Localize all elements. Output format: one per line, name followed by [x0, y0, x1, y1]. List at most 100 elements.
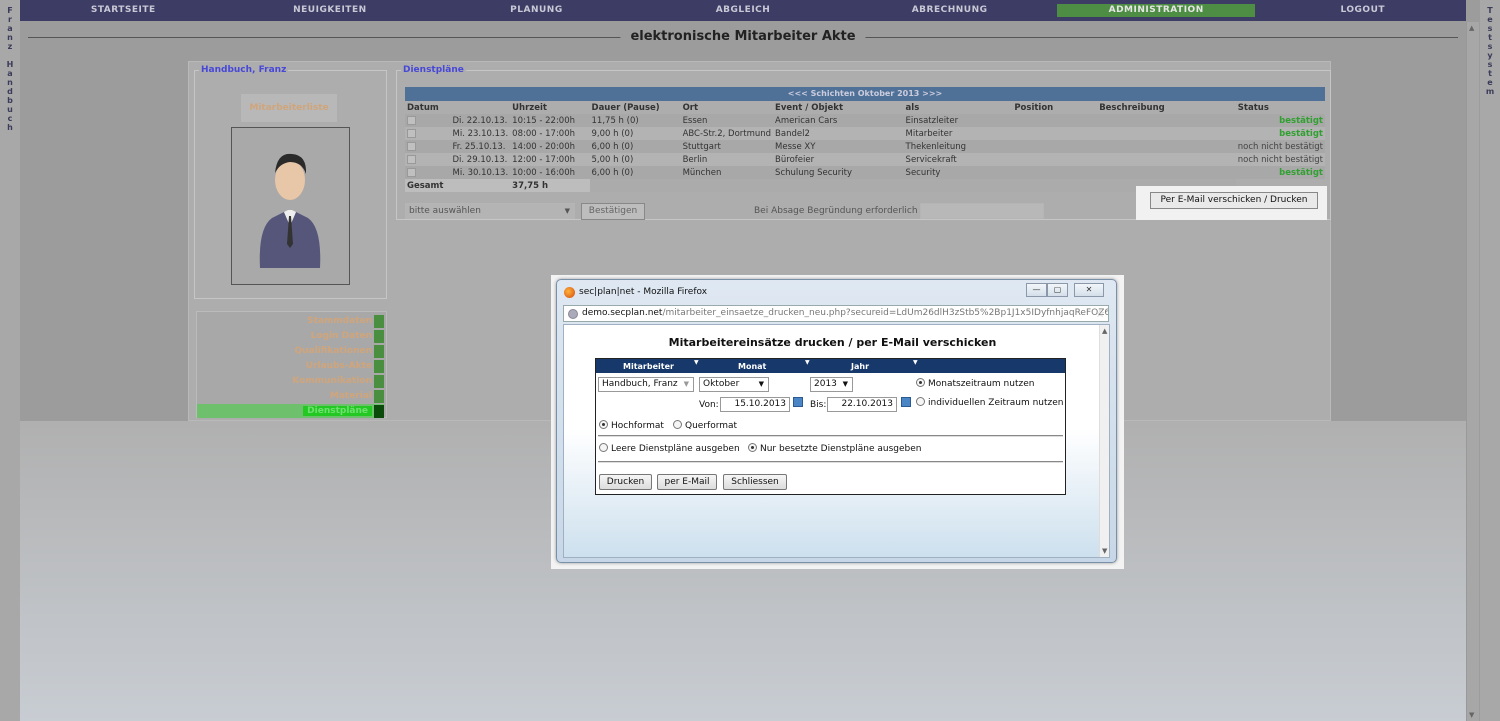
row-checkbox-cell	[405, 166, 451, 179]
month-navigation[interactable]: <<< Schichten Oktober 2013 >>>	[405, 87, 1325, 101]
minimize-icon[interactable]: —	[1026, 283, 1047, 297]
globe-icon	[568, 309, 578, 319]
cell-duration: 6,00 h (0)	[589, 140, 681, 153]
menu-item-material[interactable]: Material	[330, 389, 384, 403]
menu-item-qualifikationen[interactable]: Qualifikationen	[294, 344, 384, 358]
employee-select[interactable]: Handbuch, Franz ▼	[598, 377, 694, 392]
row-checkbox[interactable]	[407, 115, 416, 125]
to-date-input[interactable]: 22.10.2013	[827, 397, 897, 412]
scroll-down-icon[interactable]: ▼	[1102, 547, 1107, 555]
radio-label: Monatszeitraum nutzen	[928, 379, 1035, 389]
cell-time: 08:00 - 17:00h	[510, 127, 590, 140]
nav-administration[interactable]: ADMINISTRATION	[1056, 4, 1256, 17]
table-row: Di. 29.10.13. 12:00 - 17:00h 5,00 h (0) Ber…	[405, 153, 1325, 166]
table-row: Fr. 25.10.13. 14:00 - 20:00h 6,00 h (0) Stu…	[405, 140, 1325, 153]
print-button[interactable]: Drucken	[599, 474, 652, 490]
side-letter: b	[7, 96, 13, 105]
column-header: als	[905, 102, 920, 113]
star-icon[interactable]: ☆	[1095, 306, 1105, 321]
radio-filled-plans[interactable]: Nur besetzte Dienstpläne ausgeben	[748, 443, 922, 454]
employee-list-button[interactable]: Mitarbeiterliste	[241, 94, 337, 122]
menu-item-kommunikation[interactable]: Kommunikation	[292, 374, 384, 388]
to-label: Bis:	[810, 400, 827, 410]
menu-item-login-daten[interactable]: Login Daten	[311, 329, 384, 343]
scroll-up-icon[interactable]: ▲	[1102, 327, 1107, 335]
confirm-button[interactable]: Bestätigen	[581, 203, 645, 220]
radio-selected-icon	[599, 420, 608, 429]
nav-startseite[interactable]: STARTSEITE	[24, 4, 223, 17]
url-domain: demo.secplan.net	[582, 308, 663, 318]
nav-logout[interactable]: LOGOUT	[1263, 4, 1462, 17]
cell-description	[1097, 140, 1236, 153]
shift-select[interactable]: bitte auswählen ▼	[405, 203, 575, 219]
cell-duration: 5,00 h (0)	[589, 153, 681, 166]
cell-position	[1012, 127, 1098, 140]
window-controls: — ▢ ✕	[1026, 283, 1104, 297]
scroll-up-icon[interactable]: ▲	[1469, 24, 1474, 32]
nav-neuigkeiten[interactable]: NEUIGKEITEN	[231, 4, 430, 17]
calendar-icon[interactable]	[901, 397, 911, 409]
from-label: Von:	[699, 400, 719, 410]
url-bar[interactable]: demo.secplan.net/mitarbeiter_einsaetze_d…	[563, 305, 1109, 322]
email-print-button[interactable]: Per E-Mail verschicken / Drucken	[1150, 192, 1318, 209]
row-checkbox-cell	[405, 114, 451, 127]
radio-month-range[interactable]: Monatszeitraum nutzen	[916, 378, 1034, 389]
sidebar-left-name: FranzHandbuch	[0, 0, 20, 721]
cell-place: Berlin	[680, 153, 774, 166]
side-letter: m	[1485, 87, 1495, 96]
nav-abgleich[interactable]: ABGLEICH	[644, 4, 843, 17]
radio-portrait[interactable]: Hochformat	[599, 420, 664, 431]
menu-item-stammdaten[interactable]: Stammdaten	[307, 314, 384, 328]
sort-icon: ▼	[913, 359, 918, 366]
menu-item-dienstplaene[interactable]: Dienstpläne	[197, 404, 384, 418]
row-checkbox[interactable]	[407, 128, 416, 138]
side-letter: n	[7, 78, 13, 87]
column-header: Uhrzeit	[512, 102, 547, 113]
reason-input[interactable]	[920, 203, 1044, 219]
column-header-spacer	[451, 101, 511, 114]
row-checkbox[interactable]	[407, 154, 416, 164]
radio-landscape[interactable]: Querformat	[673, 420, 737, 431]
menu-item-urlaubs-akte[interactable]: Urlaubs-Akte	[306, 359, 384, 373]
cell-event: Schulung Security	[773, 166, 904, 179]
year-select[interactable]: 2013 ▼	[810, 377, 853, 392]
employee-menu: Stammdaten Login Daten Qualifikationen U…	[196, 311, 387, 418]
calendar-icon[interactable]	[793, 397, 803, 409]
radio-custom-range[interactable]: individuellen Zeitraum nutzen	[916, 397, 1063, 408]
cell-duration: 9,00 h (0)	[589, 127, 681, 140]
cell-time: 10:15 - 22:00h	[510, 114, 590, 127]
radio-empty-plans[interactable]: Leere Dienstpläne ausgeben	[599, 443, 740, 454]
cell-date: Di. 29.10.13.	[450, 153, 511, 166]
side-letter: u	[7, 105, 13, 114]
schedule-table-wrap: <<< Schichten Oktober 2013 >>> Datum Uhr…	[405, 87, 1325, 192]
cell-duration: 6,00 h (0)	[589, 166, 681, 179]
window-titlebar[interactable]: sec|plan|net - Mozilla Firefox — ▢ ✕	[557, 280, 1116, 302]
year-select-value: 2013	[814, 379, 837, 389]
close-icon[interactable]: ✕	[1074, 283, 1104, 297]
divider	[598, 435, 1063, 437]
month-select[interactable]: Oktober ▼	[699, 377, 769, 392]
radio-unselected-icon	[916, 397, 925, 406]
row-checkbox[interactable]	[407, 141, 416, 151]
side-letter: F	[7, 6, 13, 15]
nav-abrechnung[interactable]: ABRECHNUNG	[850, 4, 1049, 17]
cell-description	[1097, 127, 1236, 140]
employee-avatar	[231, 127, 350, 285]
close-button[interactable]: Schliessen	[723, 474, 787, 490]
side-letter: s	[1487, 42, 1493, 51]
page-scrollbar[interactable]: ▲ ▼	[1466, 22, 1479, 721]
radio-label: individuellen Zeitraum nutzen	[928, 398, 1064, 408]
month-select-value: Oktober	[703, 379, 740, 389]
email-button[interactable]: per E-Mail	[657, 474, 717, 490]
radio-label: Nur besetzte Dienstpläne ausgeben	[760, 444, 922, 454]
cell-place: München	[680, 166, 774, 179]
menu-item-label: Kommunikation	[292, 376, 372, 386]
side-letter: e	[1487, 78, 1493, 87]
nav-planung[interactable]: PLANUNG	[437, 4, 636, 17]
row-checkbox[interactable]	[407, 167, 416, 177]
popup-scrollbar[interactable]: ▲ ▼	[1099, 325, 1109, 557]
maximize-icon[interactable]: ▢	[1047, 283, 1068, 297]
from-date-input[interactable]: 15.10.2013	[720, 397, 790, 412]
scroll-down-icon[interactable]: ▼	[1469, 711, 1474, 719]
table-row: Mi. 23.10.13. 08:00 - 17:00h 9,00 h (0) ABC…	[405, 127, 1325, 140]
